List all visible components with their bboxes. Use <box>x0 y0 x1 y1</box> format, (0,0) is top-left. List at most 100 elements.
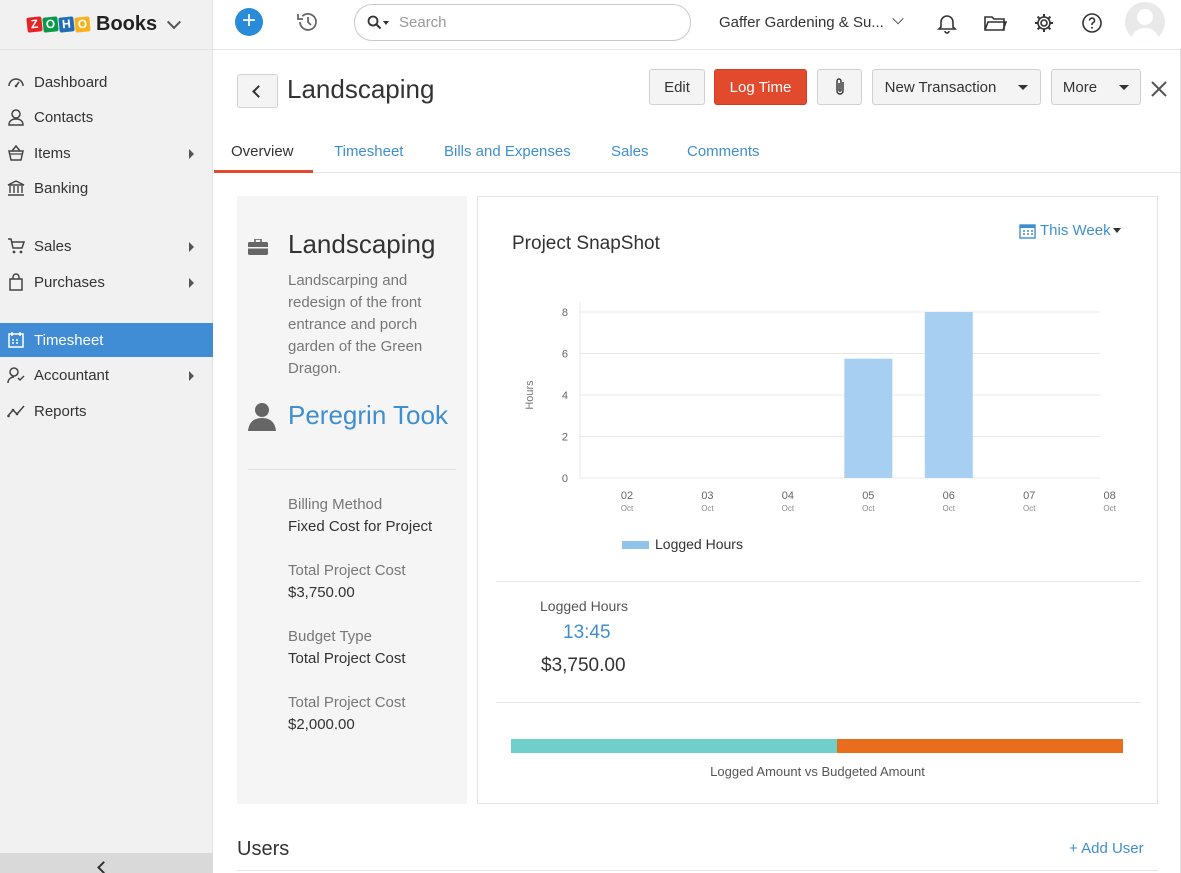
logged-hours-label: Logged Hours <box>540 598 628 614</box>
chart-bar <box>844 358 893 478</box>
search-box[interactable] <box>354 4 691 41</box>
progress-caption: Logged Amount vs Budgeted Amount <box>710 764 925 779</box>
chevron-right-icon <box>189 371 194 381</box>
new-transaction-button[interactable]: New Transaction <box>872 69 1041 105</box>
project-description: Landscarping and redesign of the front e… <box>288 272 423 377</box>
y-tick-label: 0 <box>562 473 568 485</box>
sidebar-item-sales[interactable]: Sales <box>0 229 213 263</box>
search-icon <box>367 15 389 29</box>
edit-button[interactable]: Edit <box>649 69 705 105</box>
tab-comments[interactable]: Comments <box>687 137 760 173</box>
x-tick-sublabel: Oct <box>1023 504 1036 513</box>
x-tick-label: 06 <box>943 490 955 502</box>
sales-icon <box>6 236 26 256</box>
sidebar-item-label: Contacts <box>34 108 94 126</box>
x-tick-sublabel: Oct <box>862 504 875 513</box>
page-title: Landscaping <box>287 74 435 104</box>
chevron-left-icon <box>252 85 265 98</box>
x-tick-label: 04 <box>782 490 794 502</box>
sidebar-collapse-toggle[interactable] <box>0 853 213 873</box>
log-time-button[interactable]: Log Time <box>714 69 807 105</box>
help-icon[interactable] <box>1080 11 1104 35</box>
chevron-down-icon <box>892 12 904 24</box>
y-tick-label: 4 <box>562 390 568 402</box>
zoho-letter: O <box>74 16 91 33</box>
briefcase-icon <box>248 238 268 258</box>
more-label: More <box>1062 78 1098 96</box>
quick-create-button[interactable]: + <box>235 8 263 36</box>
top-bar: + Gaffer Gardening & Su... <box>213 0 1181 50</box>
folder-icon[interactable] <box>983 11 1007 35</box>
attach-button[interactable] <box>817 69 862 105</box>
caret-down-icon <box>1119 84 1130 90</box>
legend-swatch <box>622 541 649 549</box>
bell-icon[interactable] <box>935 11 959 35</box>
logged-amount-fill <box>511 739 838 753</box>
tab-timesheet[interactable]: Timesheet <box>334 137 403 173</box>
logged-amount-value: $3,750.00 <box>541 655 626 676</box>
divider <box>496 581 1141 582</box>
total-project-cost-value: $3,750.00 <box>288 584 355 601</box>
items-icon <box>6 143 26 163</box>
sidebar-item-label: Timesheet <box>34 331 104 349</box>
sidebar-item-banking[interactable]: Banking <box>0 171 213 205</box>
divider <box>237 870 1158 871</box>
tab-bills-and-expenses[interactable]: Bills and Expenses <box>444 137 571 173</box>
y-tick-label: 8 <box>562 307 568 319</box>
sidebar-item-purchases[interactable]: Purchases <box>0 265 213 299</box>
amount-progress-bar <box>511 739 1123 753</box>
more-button[interactable]: More <box>1051 69 1141 105</box>
project-snapshot-panel: Project SnapShot This Week 0 2 4 6 8 Hours 02 O… <box>477 196 1158 804</box>
tab-overview[interactable]: Overview <box>214 137 313 173</box>
x-tick-label: 05 <box>862 490 874 502</box>
contacts-icon <box>6 107 26 127</box>
recent-history-icon[interactable] <box>295 9 321 38</box>
sidebar-item-label: Accountant <box>34 366 110 384</box>
sidebar-item-accountant[interactable]: Accountant <box>0 358 213 392</box>
sidebar-item-reports[interactable]: Reports <box>0 394 213 428</box>
back-button[interactable] <box>237 74 278 108</box>
caret-down-icon <box>1018 84 1029 90</box>
sidebar-item-items[interactable]: Items <box>0 136 213 170</box>
organization-name: Gaffer Gardening & Su... <box>719 14 884 31</box>
budget-amount-value: $2,000.00 <box>288 716 355 733</box>
close-icon[interactable] <box>1149 79 1169 99</box>
organization-switcher[interactable]: Gaffer Gardening & Su... <box>719 12 904 31</box>
x-tick-label: 08 <box>1104 490 1116 502</box>
project-details-panel: Landscaping Landscarping and redesign of… <box>237 196 467 804</box>
y-tick-label: 6 <box>562 349 568 361</box>
tab-sales[interactable]: Sales <box>611 137 649 173</box>
customer-icon <box>247 401 277 434</box>
add-user-link[interactable]: + Add User <box>1069 840 1144 857</box>
budget-type-value: Total Project Cost <box>288 650 406 667</box>
x-tick-sublabel: Oct <box>782 504 795 513</box>
total-project-cost-label: Total Project Cost <box>288 562 406 579</box>
app: ZOHO Books Dashboard Contacts Items Banking… <box>0 0 1181 873</box>
chevron-right-icon <box>189 278 194 288</box>
gear-icon[interactable] <box>1032 11 1056 35</box>
x-tick-label: 02 <box>621 490 633 502</box>
brand-logo[interactable]: ZOHO Books <box>0 0 212 50</box>
user-avatar[interactable] <box>1125 2 1165 42</box>
sidebar-item-contacts[interactable]: Contacts <box>0 100 213 134</box>
new-transaction-label: New Transaction <box>884 78 997 96</box>
chevron-down-icon <box>167 14 182 29</box>
project-name: Landscaping <box>288 229 436 259</box>
sidebar-item-label: Sales <box>34 237 72 255</box>
search-input[interactable] <box>399 14 659 31</box>
sidebar-item-label: Banking <box>34 179 89 197</box>
users-section-title: Users <box>237 838 290 860</box>
sidebar-item-timesheet[interactable]: Timesheet <box>0 323 213 357</box>
x-tick-sublabel: Oct <box>943 504 956 513</box>
chart-bar <box>924 312 973 478</box>
x-tick-label: 07 <box>1023 490 1035 502</box>
tab-bar: Overview Timesheet Bills and Expenses Sales… <box>214 137 1181 173</box>
dashboard-icon <box>6 72 26 92</box>
customer-name-link[interactable]: Peregrin Took <box>288 400 448 431</box>
sidebar: ZOHO Books Dashboard Contacts Items Banking… <box>0 0 213 873</box>
legend-label: Logged Hours <box>655 536 743 552</box>
y-axis-label: Hours <box>524 380 536 410</box>
logged-hours-chart: 02468Hours02Oct03Oct04Oct05Oct06Oct07Oct… <box>524 302 1117 513</box>
sidebar-item-dashboard[interactable]: Dashboard <box>0 65 213 99</box>
zoho-letter: Z <box>26 16 43 33</box>
